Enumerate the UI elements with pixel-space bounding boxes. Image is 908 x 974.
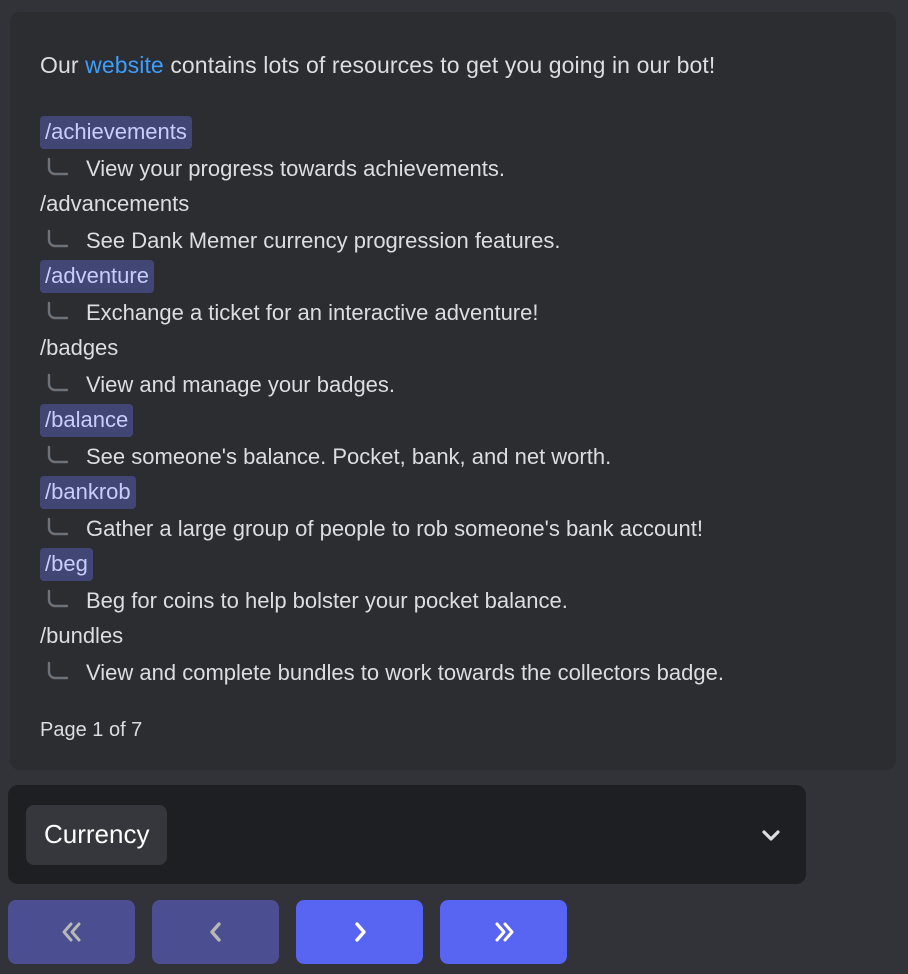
last-page-button[interactable] <box>440 900 567 964</box>
pagination-button-row <box>8 900 567 964</box>
command-mention-pill[interactable]: /balance <box>40 404 134 437</box>
command-name-text: /advancements <box>40 191 190 216</box>
command-description-row: View and complete bundles to work toward… <box>40 653 870 692</box>
command-entry: /badges View and manage your badges. <box>40 332 870 404</box>
command-entry: /balance See someone's balance. Pocket, b… <box>40 404 870 476</box>
command-description-row: Exchange a ticket for an interactive adv… <box>40 293 870 332</box>
command-description: Gather a large group of people to rob so… <box>86 515 703 541</box>
previous-page-button <box>152 900 279 964</box>
command-description: See Dank Memer currency progression feat… <box>86 227 561 253</box>
reply-corner-icon <box>44 516 72 542</box>
command-name-text: /bundles <box>40 623 124 648</box>
command-entry: /adventure Exchange a ticket for an inter… <box>40 260 870 332</box>
command-mention-pill[interactable]: /achievements <box>40 116 192 149</box>
command-name-text: /badges <box>40 335 119 360</box>
intro-text-before: Our <box>40 52 86 78</box>
command-name-row: /achievements <box>40 116 870 149</box>
category-select[interactable]: Currency <box>8 785 806 884</box>
command-description: Exchange a ticket for an interactive adv… <box>86 299 539 325</box>
command-name-row: /bankrob <box>40 476 870 509</box>
reply-corner-icon <box>44 372 72 398</box>
command-description: Beg for coins to help bolster your pocke… <box>86 587 568 613</box>
command-description: See someone's balance. Pocket, bank, and… <box>86 443 612 469</box>
command-description: View and complete bundles to work toward… <box>86 659 724 685</box>
website-link[interactable]: website <box>85 52 164 78</box>
command-description: View and manage your badges. <box>86 371 396 397</box>
command-name-row: /balance <box>40 404 870 437</box>
category-select-value: Currency <box>26 804 168 865</box>
command-name-row: /bundles <box>40 620 870 653</box>
first-page-button <box>8 900 135 964</box>
command-mention-pill[interactable]: /bankrob <box>40 476 136 509</box>
command-name-row: /badges <box>40 332 870 365</box>
command-description: View your progress towards achievements. <box>86 155 506 181</box>
help-embed: Our website contains lots of resources t… <box>10 12 896 770</box>
next-page-button[interactable] <box>296 900 423 964</box>
page-indicator: Page 1 of 7 <box>40 719 143 741</box>
command-name-row: /advancements <box>40 188 870 221</box>
command-description-row: Gather a large group of people to rob so… <box>40 509 870 548</box>
reply-corner-icon <box>44 228 72 254</box>
command-mention-pill[interactable]: /adventure <box>40 260 154 293</box>
reply-corner-icon <box>44 660 72 686</box>
reply-corner-icon <box>44 300 72 326</box>
command-description-row: Beg for coins to help bolster your pocke… <box>40 581 870 620</box>
command-description-row: View your progress towards achievements. <box>40 149 870 188</box>
reply-corner-icon <box>44 444 72 470</box>
chevron-down-icon <box>758 822 784 848</box>
chevron-right-icon <box>344 917 376 947</box>
command-name-row: /beg <box>40 548 870 581</box>
command-mention-pill[interactable]: /beg <box>40 548 93 581</box>
command-list: /achievements View your progress towards … <box>40 116 870 692</box>
command-entry: /bundles View and complete bundles to wor… <box>40 620 870 692</box>
chevron-left-icon <box>200 917 232 947</box>
command-entry: /achievements View your progress towards … <box>40 116 870 188</box>
double-chevron-right-icon <box>488 917 520 947</box>
intro-text-after: contains lots of resources to get you go… <box>163 52 716 78</box>
command-entry: /advancements See Dank Memer currency pro… <box>40 188 870 260</box>
embed-intro-text: Our website contains lots of resources t… <box>40 50 870 80</box>
command-name-row: /adventure <box>40 260 870 293</box>
reply-corner-icon <box>44 588 72 614</box>
discord-help-embed-screen: Our website contains lots of resources t… <box>0 0 908 974</box>
double-chevron-left-icon <box>56 917 88 947</box>
command-description-row: View and manage your badges. <box>40 365 870 404</box>
command-description-row: See Dank Memer currency progression feat… <box>40 221 870 260</box>
reply-corner-icon <box>44 156 72 182</box>
command-description-row: See someone's balance. Pocket, bank, and… <box>40 437 870 476</box>
command-entry: /bankrob Gather a large group of people t… <box>40 476 870 548</box>
command-entry: /beg Beg for coins to help bolster your p… <box>40 548 870 620</box>
